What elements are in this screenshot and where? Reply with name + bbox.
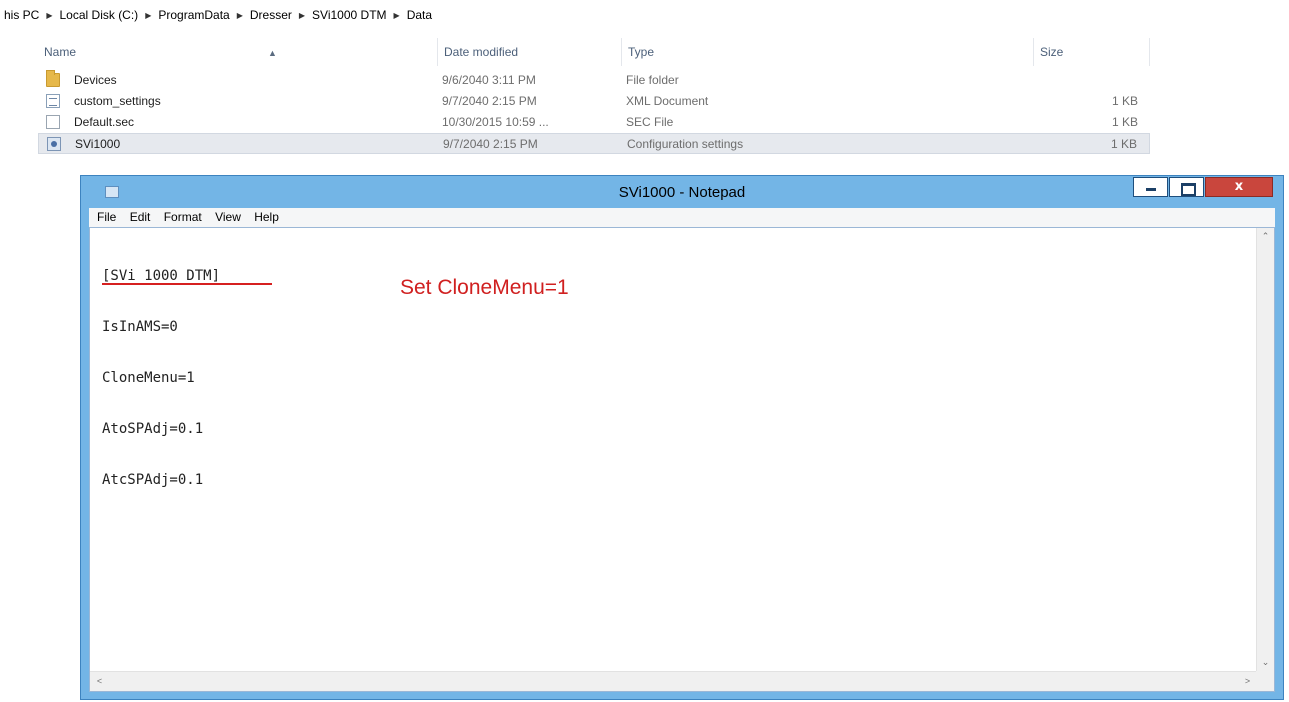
window-title: SVi1000 - Notepad [618,184,746,201]
file-name: Devices [74,73,117,87]
breadcrumb-chevron-icon: ▶ [393,10,400,20]
menu-format[interactable]: Format [164,208,202,227]
file-name: Default.sec [74,115,135,129]
file-size: 1 KB [1110,137,1137,151]
menu-bar: File Edit Format View Help [89,208,1275,227]
scroll-left-arrow-icon[interactable]: < [91,673,108,690]
close-icon: x [1234,179,1244,194]
file-row-svi1000[interactable]: SVi1000 9/7/2040 2:15 PM Configuration s… [38,133,1150,154]
address-breadcrumb[interactable]: his PC ▶ Local Disk (C:) ▶ ProgramData ▶… [0,0,1289,30]
column-header-date-label: Date modified [444,45,519,59]
file-date: 9/7/2040 2:15 PM [443,137,538,151]
file-type: XML Document [626,94,709,108]
column-header-name[interactable]: Name ▲ [38,38,438,66]
annotation-label: Set CloneMenu=1 [400,276,569,299]
breadcrumb-item-dresser[interactable]: Dresser [250,8,292,22]
file-size: 1 KB [1111,94,1138,108]
file-list: Devices 9/6/2040 3:11 PM File folder cus… [38,70,1150,154]
blank-file-icon [46,115,60,129]
breadcrumb-item-data[interactable]: Data [407,8,432,22]
file-name: custom_settings [74,94,161,108]
column-header-size-label: Size [1040,45,1064,59]
file-name: SVi1000 [75,137,121,151]
breadcrumb-chevron-icon: ▶ [236,10,243,20]
file-list-header: Name ▲ Date modified Type Size [38,38,1150,66]
menu-help[interactable]: Help [254,208,279,227]
text-line: IsInAMS=0 [102,319,178,335]
text-line: AtcSPAdj=0.1 [102,472,204,488]
menu-edit[interactable]: Edit [130,208,151,227]
breadcrumb-item-local-disk[interactable]: Local Disk (C:) [60,8,139,22]
notepad-titlebar[interactable]: SVi1000 - Notepad x [81,176,1283,208]
scroll-right-arrow-icon[interactable]: > [1239,673,1256,690]
breadcrumb-item-svi1000-dtm[interactable]: SVi1000 DTM [312,8,386,22]
file-date: 9/7/2040 2:15 PM [442,94,537,108]
file-date: 9/6/2040 3:11 PM [442,73,536,87]
text-line: AtoSPAdj=0.1 [102,421,204,437]
menu-file[interactable]: File [97,208,116,227]
size-grip[interactable] [1256,671,1274,691]
close-button[interactable]: x [1205,177,1273,197]
column-header-date[interactable]: Date modified [438,38,622,66]
breadcrumb-item-programdata[interactable]: ProgramData [158,8,229,22]
vertical-scrollbar[interactable]: ⌃ ⌄ [1256,228,1274,671]
column-header-size[interactable]: Size [1034,38,1150,66]
text-editor-area[interactable]: [SVi 1000 DTM] IsInAMS=0 CloneMenu=1 Ato… [89,227,1275,692]
column-header-name-label: Name [44,45,77,59]
text-line: CloneMenu=1 [102,370,195,386]
scroll-up-arrow-icon[interactable]: ⌃ [1257,228,1274,245]
xml-file-icon [46,94,60,108]
file-date: 10/30/2015 10:59 ... [442,115,549,129]
file-type: SEC File [626,115,674,129]
breadcrumb-chevron-icon: ▶ [46,10,53,20]
file-type: File folder [626,73,679,87]
notepad-window: SVi1000 - Notepad x File Edit Format Vie… [80,175,1284,700]
horizontal-scrollbar[interactable]: < > [90,671,1257,691]
breadcrumb-chevron-icon: ▶ [298,10,306,20]
file-row-custom-settings[interactable]: custom_settings 9/7/2040 2:15 PM XML Doc… [38,91,1150,112]
maximize-button[interactable] [1169,177,1204,197]
folder-icon [46,70,60,87]
minimize-button[interactable] [1133,177,1168,197]
file-row-devices[interactable]: Devices 9/6/2040 3:11 PM File folder [38,70,1150,91]
config-file-icon [47,137,61,151]
file-size: 1 KB [1111,115,1138,129]
annotation-underline [102,283,272,285]
breadcrumb-chevron-icon: ▶ [145,10,152,20]
sort-ascending-icon: ▲ [268,48,277,58]
breadcrumb-item-this-pc[interactable]: his PC [4,8,39,22]
menu-view[interactable]: View [215,208,241,227]
scroll-down-arrow-icon[interactable]: ⌄ [1257,654,1274,671]
file-type: Configuration settings [627,137,744,151]
column-header-type-label: Type [628,45,655,59]
editor-content[interactable]: [SVi 1000 DTM] IsInAMS=0 CloneMenu=1 Ato… [102,234,220,523]
file-row-default-sec[interactable]: Default.sec 10/30/2015 10:59 ... SEC Fil… [38,112,1150,133]
column-header-type[interactable]: Type [622,38,1034,66]
